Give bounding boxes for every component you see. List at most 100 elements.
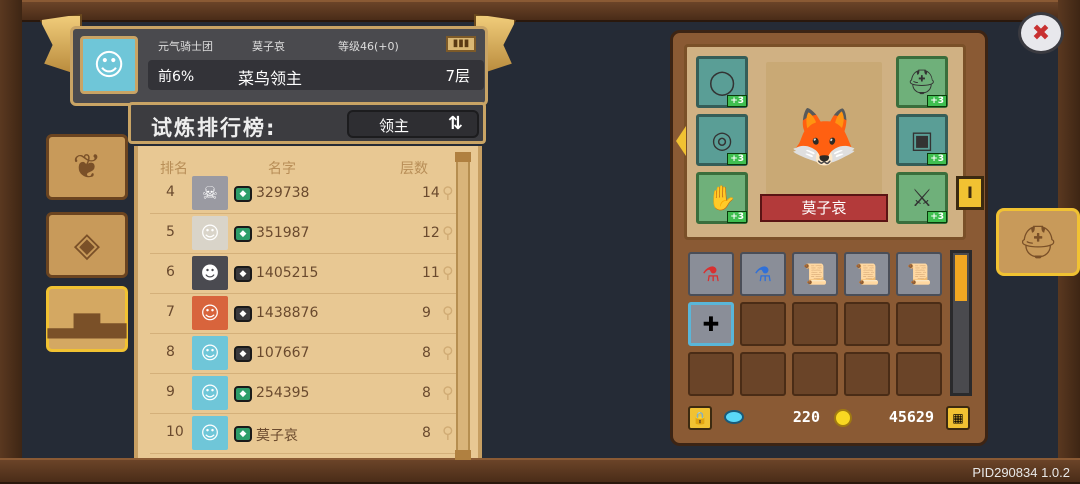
row-floor: 9 xyxy=(422,305,431,321)
inventory-slot[interactable]: 📜 xyxy=(844,252,890,296)
gauntlet-slot[interactable]: ✋ +3 xyxy=(696,172,748,224)
table-row[interactable]: 8 ☺ ◆ 107667 8 ⚲ xyxy=(150,334,466,374)
leaderboard-scrollbar[interactable] xyxy=(455,152,471,460)
scroll-icon: 📜 xyxy=(854,262,880,286)
row-avatar[interactable]: ☺ xyxy=(192,216,228,250)
inventory-slot[interactable]: 📜 xyxy=(792,252,838,296)
player-level: 等级46(+0) xyxy=(338,40,399,53)
helmet-slot[interactable]: ⛑ +3 xyxy=(896,56,948,108)
ranking-title: 试炼排行榜: xyxy=(151,116,277,140)
row-avatar[interactable]: ☺ xyxy=(192,416,228,450)
row-name: 254395 xyxy=(256,385,310,401)
row-avatar[interactable]: ☻ xyxy=(192,256,228,290)
row-floor: 11 xyxy=(422,265,440,281)
inspect-icon[interactable]: ⚲ xyxy=(442,303,454,322)
inventory-slot[interactable]: 📜 xyxy=(896,252,942,296)
coin-icon xyxy=(834,409,852,427)
inspect-icon[interactable]: ⚲ xyxy=(442,223,454,242)
row-badge-icon: ◆ xyxy=(234,426,252,442)
inventory-slot[interactable] xyxy=(844,352,890,396)
inventory-slot[interactable] xyxy=(688,352,734,396)
row-badge-icon: ◆ xyxy=(234,306,252,322)
inspect-icon[interactable]: ⚲ xyxy=(442,263,454,282)
inventory-slot[interactable] xyxy=(844,302,890,346)
inventory-grid: ⚗ ⚗ 📜 📜 📜 ✚ xyxy=(684,246,942,398)
necklace-slot[interactable]: ◯ +3 xyxy=(696,56,748,108)
feather-icon: ❦ xyxy=(72,147,102,187)
weapon-slot[interactable]: ⚔ +3 xyxy=(896,172,948,224)
scroll-icon: 📜 xyxy=(906,262,932,286)
inventory-slot[interactable]: ✚ xyxy=(688,302,734,346)
sort-grid-icon[interactable]: ▦ xyxy=(946,406,970,430)
character-portrait: 🦊 xyxy=(766,62,882,212)
inventory-slot[interactable] xyxy=(896,352,942,396)
leaderboard-scroll[interactable]: 排名 名字 层数 4 ☠ ◆ 329738 14 ⚲ 5 ☺ ◆ 351987 … xyxy=(134,146,482,460)
row-avatar[interactable]: ☺ xyxy=(192,376,228,410)
table-row[interactable]: 9 ☺ ◆ 254395 8 ⚲ xyxy=(150,374,466,414)
ranking-mode-label: 领主 xyxy=(379,117,410,135)
inspect-icon[interactable]: ⚲ xyxy=(442,183,454,202)
inventory-slot[interactable]: ⚗ xyxy=(740,252,786,296)
table-row[interactable]: 10 ☺ ◆ 莫子哀 8 ⚲ xyxy=(150,414,466,454)
inventory-slot[interactable] xyxy=(740,302,786,346)
scrollbar-down-cap xyxy=(455,450,471,460)
stats-icon[interactable]: ▮▮▮ xyxy=(446,36,476,52)
row-rank: 7 xyxy=(166,304,175,320)
table-row[interactable]: 7 ☺ ◆ 1438876 9 ⚲ xyxy=(150,294,466,334)
enhance-badge: +3 xyxy=(927,95,947,107)
table-row[interactable]: 4 ☠ ◆ 329738 14 ⚲ xyxy=(150,174,466,214)
ranking-mode-button[interactable]: 领主 ⇅ xyxy=(347,110,479,138)
row-avatar[interactable]: ☠ xyxy=(192,176,228,210)
row-name: 107667 xyxy=(256,345,310,361)
build-id: PID290834 1.0.2 xyxy=(972,465,1070,480)
inventory-slot[interactable] xyxy=(740,352,786,396)
gauntlet-icon: ✋ xyxy=(707,184,737,212)
equipment-tab-button[interactable]: ⛑ xyxy=(996,208,1080,276)
row-badge-icon: ◆ xyxy=(234,266,252,282)
row-name: 351987 xyxy=(256,225,310,241)
inventory-scrollbar[interactable] xyxy=(950,250,972,396)
bandage-icon: ✚ xyxy=(702,312,720,336)
row-avatar[interactable]: ☺ xyxy=(192,296,228,330)
info-tab[interactable]: I xyxy=(956,176,984,210)
ring-icon: ◎ xyxy=(711,126,733,154)
blue-potion-icon: ⚗ xyxy=(754,262,772,286)
player-floor: 7层 xyxy=(445,67,470,85)
row-floor: 12 xyxy=(422,225,440,241)
row-rank: 4 xyxy=(166,184,175,200)
row-floor: 14 xyxy=(422,185,440,201)
enhance-badge: +3 xyxy=(927,211,947,223)
tab-feather[interactable]: ❦ xyxy=(46,134,128,200)
player-name: 莫子哀 xyxy=(252,40,285,53)
row-rank: 8 xyxy=(166,344,175,360)
close-button[interactable]: ✖ xyxy=(1018,12,1064,54)
inventory-slot[interactable] xyxy=(792,302,838,346)
row-rank: 5 xyxy=(166,224,175,240)
inspect-icon[interactable]: ⚲ xyxy=(442,383,454,402)
ring-slot[interactable]: ◎ +3 xyxy=(696,114,748,166)
row-badge-icon: ◆ xyxy=(234,346,252,362)
inventory-slot[interactable]: ⚗ xyxy=(688,252,734,296)
tab-diamond[interactable]: ◈ xyxy=(46,212,128,278)
tab-leaderboard[interactable]: ▂▅▃ xyxy=(46,286,128,352)
enhance-badge: +3 xyxy=(927,153,947,165)
ranking-title-bar: 试炼排行榜: 领主 ⇅ xyxy=(128,102,486,144)
coin-count: 45629 xyxy=(888,408,934,426)
lock-icon[interactable]: 🔒 xyxy=(688,406,712,430)
table-row[interactable]: 5 ☺ ◆ 351987 12 ⚲ xyxy=(150,214,466,254)
necklace-icon: ◯ xyxy=(708,68,736,96)
row-rank: 10 xyxy=(166,424,184,440)
row-avatar[interactable]: ☺ xyxy=(192,336,228,370)
row-badge-icon: ◆ xyxy=(234,186,252,202)
row-floor: 8 xyxy=(422,385,431,401)
currency-bar: 🔒 220 45629 ▦ xyxy=(684,404,974,432)
inventory-scroll-thumb[interactable] xyxy=(955,255,967,301)
inventory-slot[interactable] xyxy=(792,352,838,396)
inspect-icon[interactable]: ⚲ xyxy=(442,423,454,442)
player-avatar[interactable]: ☺ xyxy=(80,36,138,94)
armor-slot[interactable]: ▣ +3 xyxy=(896,114,948,166)
table-row[interactable]: 6 ☻ ◆ 1405215 11 ⚲ xyxy=(150,254,466,294)
inspect-icon[interactable]: ⚲ xyxy=(442,343,454,362)
inventory-slot[interactable] xyxy=(896,302,942,346)
row-badge-icon: ◆ xyxy=(234,386,252,402)
